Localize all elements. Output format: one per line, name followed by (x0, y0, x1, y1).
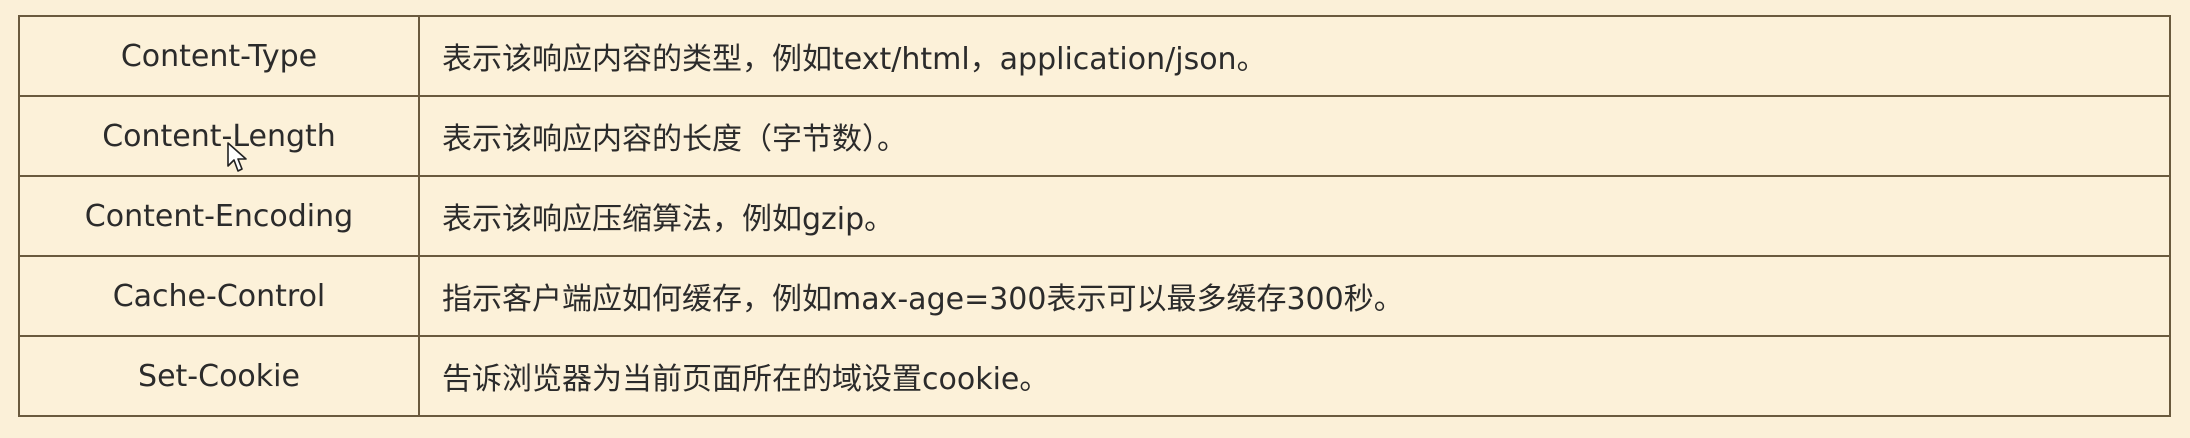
http-response-headers-table: Content-Type 表示该响应内容的类型，例如text/html，appl… (18, 15, 2171, 417)
header-name-cell: Content-Encoding (20, 177, 420, 255)
table-row: Content-Type 表示该响应内容的类型，例如text/html，appl… (20, 17, 2169, 97)
header-description-cell: 表示该响应内容的类型，例如text/html，application/json。 (442, 42, 1267, 77)
table-row: Content-Encoding 表示该响应压缩算法，例如gzip。 (20, 177, 2169, 257)
header-name-cell: Cache-Control (20, 257, 420, 335)
table-row: Cache-Control 指示客户端应如何缓存，例如max-age=300表示… (20, 257, 2169, 337)
mouse-pointer-icon (227, 142, 247, 172)
table-row: Set-Cookie 告诉浏览器为当前页面所在的域设置cookie。 (20, 337, 2169, 415)
table-row: Content-Length 表示该响应内容的长度（字节数）。 (20, 97, 2169, 177)
header-name-cell: Set-Cookie (20, 337, 420, 415)
header-description-cell: 指示客户端应如何缓存，例如max-age=300表示可以最多缓存300秒。 (442, 282, 1404, 317)
header-name-cell: Content-Type (20, 17, 420, 95)
header-description-cell: 告诉浏览器为当前页面所在的域设置cookie。 (442, 362, 1050, 397)
header-description-cell: 表示该响应压缩算法，例如gzip。 (442, 202, 895, 237)
header-name-cell: Content-Length (20, 97, 420, 175)
header-description-cell: 表示该响应内容的长度（字节数）。 (442, 122, 907, 157)
